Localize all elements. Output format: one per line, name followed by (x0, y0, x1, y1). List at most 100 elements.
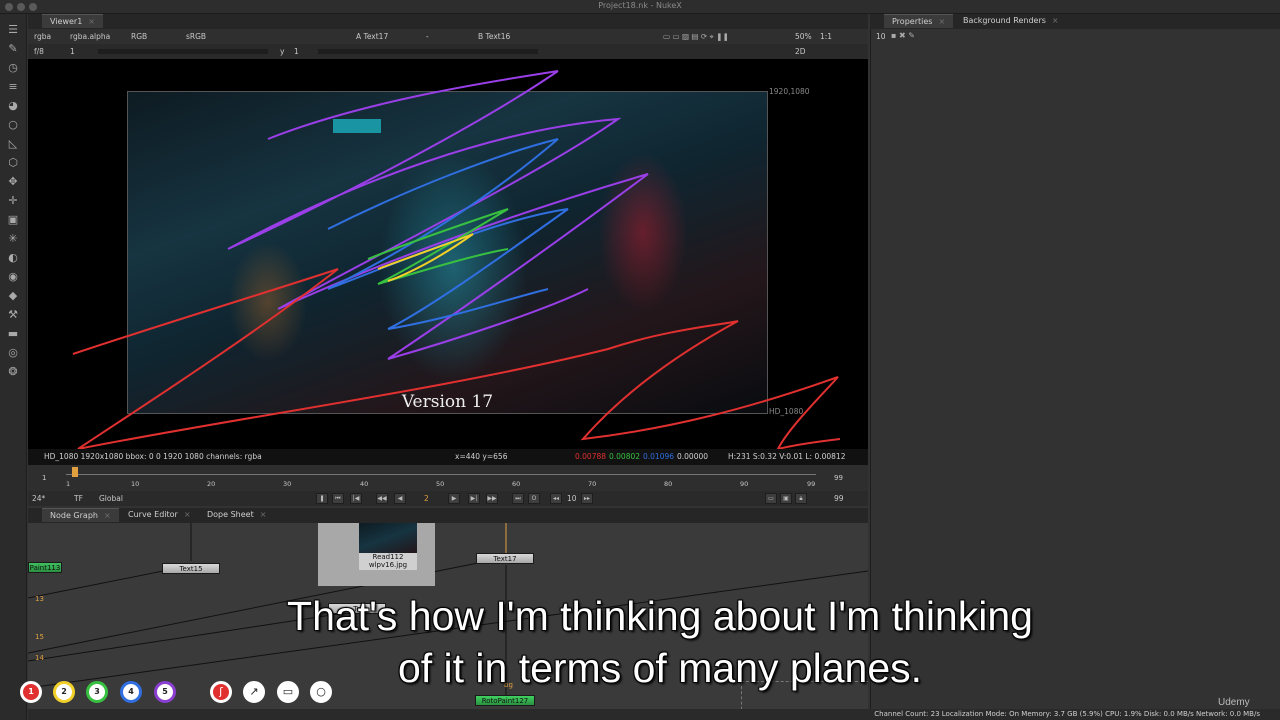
text17-node[interactable]: Text17 (476, 553, 534, 564)
metadata-icon[interactable]: ❂ (6, 366, 20, 378)
window-title: Project18.nk - NukeX (598, 1, 682, 10)
range-select[interactable]: Global (99, 491, 123, 506)
first-frame-icon[interactable]: ⏮ (332, 493, 344, 504)
nodes-toolbar: ☰ ✎ ◷ ≡ ◕ ○ ◺ ⬡ ✥ ✛ ▣ ✳ ◐ ◉ ◆ ⚒ ▬ ◎ ❂ (0, 14, 27, 720)
circle-icon[interactable]: ○ (6, 119, 20, 131)
next-frame-icon[interactable]: ▶| (468, 493, 480, 504)
arrow-tool-icon[interactable]: ↗ (243, 681, 265, 703)
alpha-select[interactable]: rgba.alpha (70, 29, 110, 44)
step-back-icon[interactable]: ◂◂ (550, 493, 562, 504)
annotation-color-3-button[interactable]: 3 (86, 681, 108, 703)
annotation-color-1-button[interactable]: 1 (20, 681, 42, 703)
lock-icon[interactable]: 🔒︎ (795, 493, 807, 504)
timeline-tick: 90 (740, 480, 749, 488)
view-icon[interactable]: ◉ (6, 271, 20, 283)
annotation-color-5-button[interactable]: 5 (154, 681, 176, 703)
particles-icon[interactable]: ✳ (6, 233, 20, 245)
tab-viewer1[interactable]: Viewer1 × (42, 14, 103, 28)
zoom-select[interactable]: 50% (795, 29, 812, 44)
toolsets-icon[interactable]: ◆ (6, 290, 20, 302)
playback-end-frame[interactable]: 99 (834, 491, 844, 506)
channels-icon[interactable]: ≡ (6, 81, 20, 93)
gain-value[interactable]: 1 (70, 44, 75, 59)
annotation-color-4-button[interactable]: 4 (120, 681, 142, 703)
blue-scribble (327, 138, 569, 330)
freehand-tool-icon[interactable]: ʃ (210, 681, 232, 703)
play-forward-icon[interactable]: ▶ (448, 493, 460, 504)
input-a-select[interactable]: A Text17 (356, 29, 388, 44)
tab-dope-sheet[interactable]: Dope Sheet × (199, 508, 274, 522)
view-mode-select[interactable]: 2D (795, 44, 806, 59)
text15-node[interactable]: Text15 (162, 563, 220, 574)
input-b-select[interactable]: B Text16 (478, 29, 510, 44)
ratio-select[interactable]: 1:1 (820, 29, 832, 44)
close-tab-icon[interactable]: × (104, 511, 111, 520)
close-tab-icon[interactable]: × (938, 17, 945, 26)
gamma-value[interactable]: 1 (294, 44, 299, 59)
pen-icon[interactable]: ✎ (6, 43, 20, 55)
deep-icon[interactable]: ◐ (6, 252, 20, 264)
tab-properties[interactable]: Properties × (884, 14, 954, 28)
channels-select[interactable]: rgba (34, 29, 51, 44)
viewer-canvas[interactable]: Version 17 1920,1080 HD_1080 (28, 59, 868, 449)
merge-icon[interactable]: ✥ (6, 176, 20, 188)
timeline-start: 1 (42, 474, 47, 482)
step-forward-icon[interactable]: ▸▸ (581, 493, 593, 504)
close-tab-icon[interactable]: × (184, 510, 191, 519)
fps-select[interactable]: 24* (32, 491, 45, 506)
transform-icon[interactable]: ✛ (6, 195, 20, 207)
timeline[interactable]: 1 1 10 20 30 40 50 60 70 80 90 99 99 (28, 465, 868, 491)
filter-icon[interactable]: ◺ (6, 138, 20, 150)
keyer-icon[interactable]: ⬡ (6, 157, 20, 169)
read-node[interactable]: Read112 wlpv16.jpg (359, 553, 417, 570)
timecode-select[interactable]: TF (74, 491, 83, 506)
capture-icon[interactable]: ▣ (780, 493, 792, 504)
ellipse-tool-icon[interactable]: ○ (310, 681, 332, 703)
timeline-tick: 1 (66, 480, 71, 488)
color-icon[interactable]: ◕ (6, 100, 20, 112)
playhead-icon[interactable] (72, 467, 78, 477)
step-increment[interactable]: 10 (567, 491, 577, 506)
close-tab-icon[interactable]: × (88, 17, 95, 26)
paint-node[interactable]: Paint113 (28, 562, 62, 573)
3d-icon[interactable]: ▣ (6, 214, 20, 226)
colorspace-select[interactable]: RGB (131, 29, 147, 44)
tab-curve-editor[interactable]: Curve Editor × (120, 508, 199, 522)
status-bar: Channel Count: 23 Localization Mode: On … (28, 709, 1280, 720)
input-a-operation[interactable]: - (426, 29, 429, 44)
tab-background-renders[interactable]: Background Renders × (955, 14, 1067, 28)
viewer-tools-icons[interactable]: ▭ ▭ ▨ ▤ ⟳ ⌖ ❚❚ (663, 29, 729, 44)
last-frame-icon[interactable]: ⏭ (512, 493, 524, 504)
furnace-icon[interactable]: ▬ (6, 328, 20, 340)
pixel-alpha-value: 0.00000 (677, 452, 709, 461)
play-backward-icon[interactable]: ◀ (394, 493, 406, 504)
properties-tools-icons[interactable]: ▪ ✖ ✎ (891, 31, 915, 40)
tab-node-graph[interactable]: Node Graph × (42, 508, 119, 522)
next-keyframe-icon[interactable]: ▶▶ (486, 493, 498, 504)
prev-keyframe-icon[interactable]: |◀ (350, 493, 362, 504)
pause-icon[interactable]: ❚ (316, 493, 328, 504)
max-panels-field[interactable]: 10 (876, 32, 886, 41)
flipbook-icon[interactable]: ▭ (765, 493, 777, 504)
ocula-icon[interactable]: ◎ (6, 347, 20, 359)
other-icon[interactable]: ⚒ (6, 309, 20, 321)
node-label-14: 14 (35, 654, 44, 662)
lut-select[interactable]: sRGB (186, 29, 206, 44)
menu-icon[interactable]: ☰ (6, 24, 20, 36)
loop-icon[interactable]: O (528, 493, 540, 504)
current-frame[interactable]: 2 (424, 491, 429, 506)
subtitle-line-1: That's how I'm thinking about I'm thinki… (287, 593, 1033, 639)
read-thumbnail (359, 523, 417, 553)
annotation-color-2-button[interactable]: 2 (53, 681, 75, 703)
close-tab-icon[interactable]: × (260, 510, 267, 519)
gain-slider[interactable] (98, 49, 268, 54)
rectangle-tool-icon[interactable]: ▭ (277, 681, 299, 703)
timeline-tick: 80 (664, 480, 673, 488)
rotopaint-node[interactable]: RotoPaint127 (475, 695, 535, 706)
fstop-value[interactable]: f/8 (34, 44, 44, 59)
clock-icon[interactable]: ◷ (6, 62, 20, 74)
pixel-hsv-value: H:231 S:0.32 V:0.01 L: 0.00812 (728, 452, 846, 461)
prev-step-icon[interactable]: ◀◀ (376, 493, 388, 504)
close-tab-icon[interactable]: × (1052, 16, 1059, 25)
gamma-slider[interactable] (318, 49, 538, 54)
